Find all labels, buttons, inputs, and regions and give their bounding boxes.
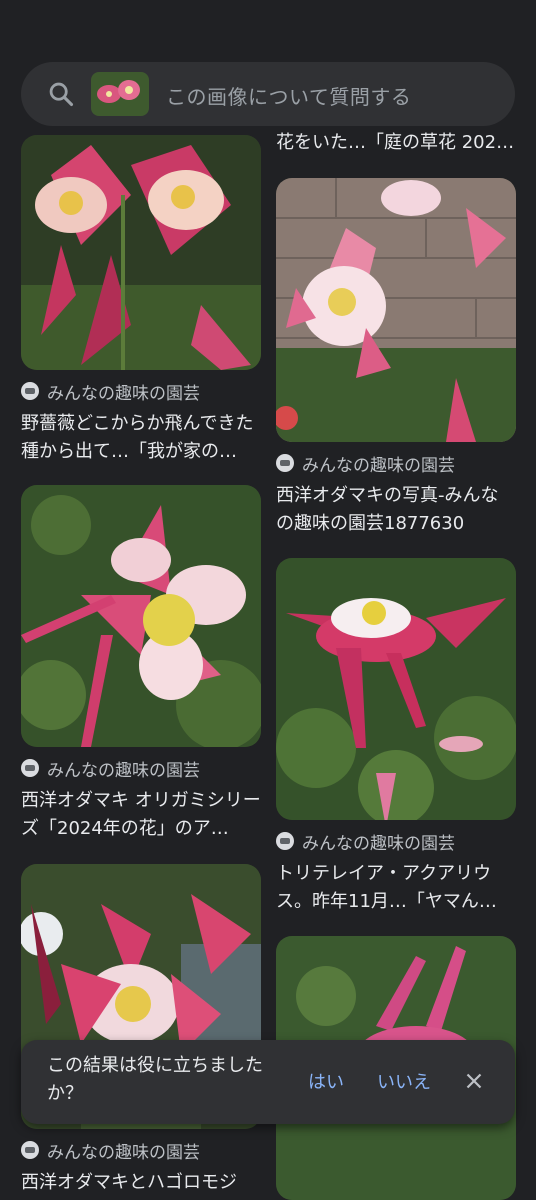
- source-name: みんなの趣味の園芸: [47, 760, 200, 781]
- source-favicon-icon: [21, 759, 39, 777]
- source-name: みんなの趣味の園芸: [47, 383, 200, 404]
- query-image-thumbnail[interactable]: [91, 72, 149, 116]
- source-name: みんなの趣味の園芸: [302, 833, 455, 854]
- result-card[interactable]: みんなの趣味の園芸 西洋オダマキとハゴロモジ: [21, 864, 261, 1197]
- result-image[interactable]: [276, 178, 516, 442]
- feedback-question: この結果は役に立ちましたか？: [47, 1055, 263, 1104]
- result-source[interactable]: みんなの趣味の園芸: [21, 380, 261, 404]
- result-source[interactable]: みんなの趣味の園芸: [21, 757, 261, 781]
- result-card[interactable]: みんなの趣味の園芸 野薔薇どこからか飛んできた種から出て…「我が家の…: [21, 135, 261, 466]
- result-image[interactable]: [21, 485, 261, 747]
- search-icon[interactable]: [47, 80, 75, 108]
- result-card[interactable]: みんなの趣味の園芸 西洋オダマキの写真-みんなの趣味の園芸1877630: [276, 178, 516, 538]
- image-question-search-bar[interactable]: この画像について質問する: [21, 62, 515, 126]
- result-title[interactable]: 西洋オダマキの写真-みんなの趣味の園芸1877630: [276, 482, 516, 538]
- source-favicon-icon: [276, 832, 294, 850]
- result-title[interactable]: 西洋オダマキ オリガミシリーズ「2024年の花」のア…: [21, 787, 261, 843]
- result-card[interactable]: みんなの趣味の園芸 トリテレイア・アクアリウス。昨年11月…「ヤマん…: [276, 558, 516, 916]
- result-source[interactable]: みんなの趣味の園芸: [276, 830, 516, 854]
- result-title[interactable]: 西洋オダマキとハゴロモジ: [21, 1169, 261, 1197]
- source-favicon-icon: [21, 382, 39, 400]
- result-image[interactable]: [21, 135, 261, 370]
- source-name: みんなの趣味の園芸: [302, 455, 455, 476]
- result-source[interactable]: みんなの趣味の園芸: [276, 452, 516, 476]
- close-icon[interactable]: [461, 1068, 487, 1094]
- result-title[interactable]: トリテレイア・アクアリウス。昨年11月…「ヤマん…: [276, 860, 516, 916]
- source-favicon-icon: [21, 1141, 39, 1159]
- search-placeholder[interactable]: この画像について質問する: [166, 81, 411, 110]
- result-source[interactable]: みんなの趣味の園芸: [21, 1139, 261, 1163]
- result-image[interactable]: [276, 558, 516, 820]
- feedback-prompt: この結果は役に立ちましたか？ はい いいえ: [21, 1040, 515, 1124]
- feedback-yes-button[interactable]: はい: [308, 1068, 344, 1094]
- result-card[interactable]: みんなの趣味の園芸 西洋オダマキ オリガミシリーズ「2024年の花」のア…: [21, 485, 261, 843]
- source-name: みんなの趣味の園芸: [47, 1142, 200, 1163]
- source-favicon-icon: [276, 454, 294, 472]
- result-title[interactable]: 野薔薇どこからか飛んできた種から出て…「我が家の…: [21, 410, 261, 466]
- previous-result-title[interactable]: 花をいた…「庭の草花 202…: [276, 128, 516, 154]
- feedback-no-button[interactable]: いいえ: [377, 1068, 431, 1094]
